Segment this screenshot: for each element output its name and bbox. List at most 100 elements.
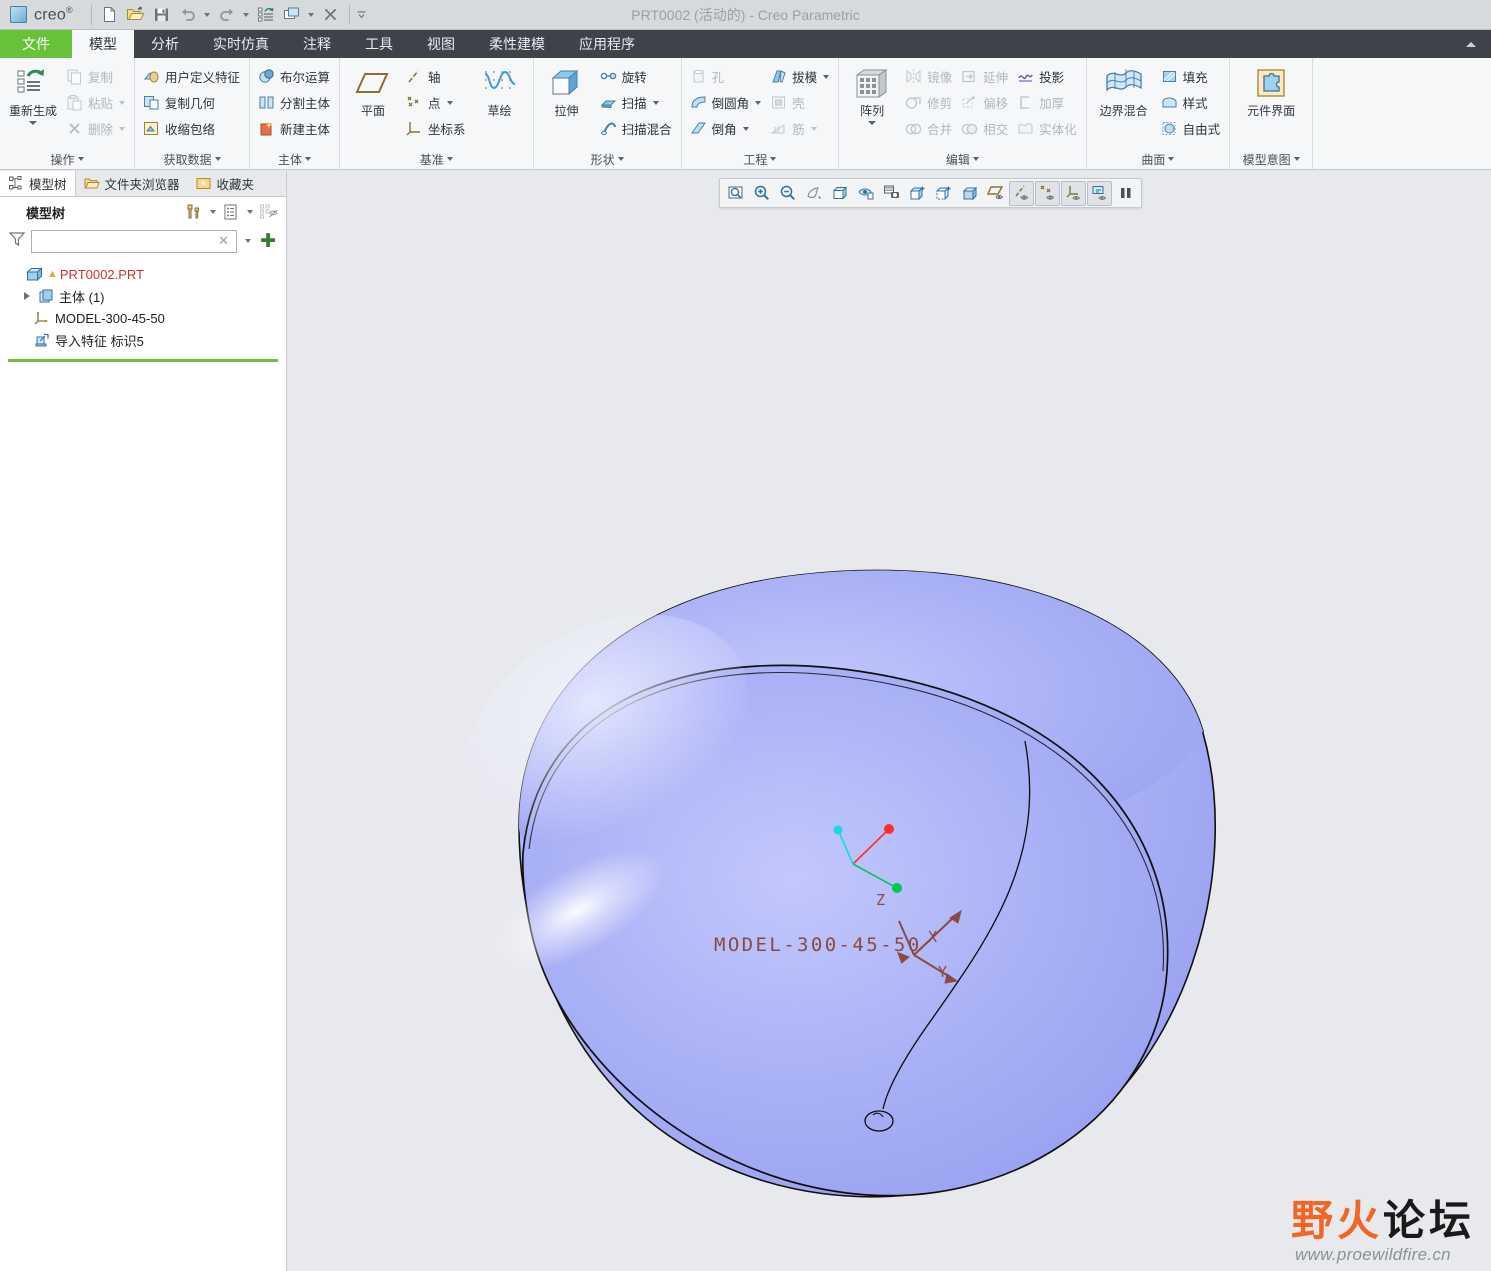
datum-point-dropdown-arrow[interactable]	[446, 100, 453, 105]
boundary-blend-button[interactable]: 边界混合	[1092, 62, 1156, 118]
group-label-model-intent[interactable]: 模型意图	[1235, 149, 1307, 169]
tree-expander-collapsed[interactable]	[20, 292, 33, 300]
tab-view[interactable]: 视图	[410, 30, 472, 58]
graphics-viewport[interactable]: X Y Z MODEL-300-45-50 野 火 论 坛 www.proewi…	[287, 171, 1491, 1271]
nav-tab-model-tree[interactable]: 模型树	[0, 171, 76, 196]
creo-logo[interactable]: creo®	[0, 0, 85, 30]
datum-axis-button[interactable]: 轴	[403, 64, 470, 89]
csys-visibility-icon[interactable]	[1061, 180, 1086, 206]
group-label-get-data[interactable]: 获取数据	[140, 149, 244, 169]
component-interface-button[interactable]: 元件界面	[1235, 62, 1307, 118]
tree-item-csys[interactable]: MODEL-300-45-50	[0, 307, 286, 329]
view-manager-icon[interactable]	[853, 181, 878, 206]
datum-point-button[interactable]: 点	[403, 90, 470, 115]
ribbon-collapse-button[interactable]	[1459, 30, 1483, 58]
group-label-engineering[interactable]: 工程	[687, 149, 834, 169]
tab-livesim[interactable]: 实时仿真	[196, 30, 286, 58]
display-style-icon[interactable]	[905, 181, 930, 206]
new-body-button[interactable]: 新建主体	[255, 116, 334, 141]
window-dropdown-arrow[interactable]	[306, 3, 317, 27]
revolve-button[interactable]: 旋转	[597, 64, 676, 89]
fill-button[interactable]: 填充	[1158, 64, 1225, 89]
draft-button[interactable]: 拔模	[767, 64, 833, 89]
settings-tools-icon[interactable]	[183, 201, 205, 223]
zoom-window-icon[interactable]	[723, 181, 748, 206]
udf-button[interactable]: 用户定义特征	[140, 64, 244, 89]
tab-tools[interactable]: 工具	[348, 30, 410, 58]
save-icon[interactable]	[150, 3, 174, 27]
pattern-dropdown-arrow[interactable]	[868, 121, 877, 125]
zoom-out-icon[interactable]	[775, 181, 800, 206]
copy-geometry-button[interactable]: 复制几何	[140, 90, 244, 115]
appearance-gallery-icon[interactable]	[957, 181, 982, 206]
regenerate-button[interactable]: 重新生成	[5, 62, 61, 125]
tree-item-part[interactable]: ▲ PRT0002.PRT	[0, 263, 286, 285]
group-label-editing[interactable]: 编辑	[844, 149, 1081, 169]
regenerate-dropdown-arrow[interactable]	[29, 121, 37, 125]
extrude-button[interactable]: 拉伸	[539, 62, 595, 118]
chamfer-dropdown-arrow[interactable]	[742, 126, 749, 131]
redo-dropdown-arrow[interactable]	[241, 3, 252, 27]
tab-analysis[interactable]: 分析	[134, 30, 196, 58]
group-label-surfaces[interactable]: 曲面	[1092, 149, 1225, 169]
tab-flexible-modeling[interactable]: 柔性建模	[472, 30, 562, 58]
draft-dropdown-arrow[interactable]	[823, 74, 830, 79]
refit-icon[interactable]	[801, 181, 826, 206]
saved-views-icon[interactable]	[827, 181, 852, 206]
shrinkwrap-button[interactable]: 收缩包络	[140, 116, 244, 141]
freestyle-button[interactable]: 自由式	[1158, 116, 1225, 141]
undo-icon[interactable]	[176, 3, 200, 27]
style-button[interactable]: 样式	[1158, 90, 1225, 115]
pattern-button[interactable]: 阵列	[844, 62, 900, 125]
snapshot-icon[interactable]	[879, 181, 904, 206]
display-dropdown-arrow[interactable]	[244, 200, 255, 224]
group-label-shapes[interactable]: 形状	[539, 149, 676, 169]
search-input[interactable]	[36, 234, 216, 248]
group-label-bodies[interactable]: 主体	[255, 149, 334, 169]
tree-filter-hide-icon[interactable]	[257, 201, 279, 223]
search-dropdown-arrow[interactable]	[242, 229, 253, 253]
window-switch-icon[interactable]	[280, 3, 304, 27]
regenerate-icon[interactable]	[254, 3, 278, 27]
tree-item-bodies[interactable]: 主体 (1)	[0, 285, 286, 307]
add-filter-icon[interactable]: ✚	[258, 232, 278, 251]
project-button[interactable]: 投影	[1014, 64, 1081, 89]
swept-blend-button[interactable]: 扫描混合	[597, 116, 676, 141]
nav-tab-folder-browser[interactable]: 文件夹浏览器	[76, 171, 188, 196]
close-window-icon[interactable]	[319, 3, 343, 27]
sweep-button[interactable]: 扫描	[597, 90, 676, 115]
funnel-filter-icon[interactable]	[8, 230, 26, 253]
annotations-visibility-icon[interactable]	[1087, 180, 1112, 206]
tab-annotate[interactable]: 注释	[286, 30, 348, 58]
datum-points-visibility-icon[interactable]	[1035, 180, 1060, 206]
model-tree-search-box[interactable]: ✕	[31, 229, 238, 253]
cad-model-canvas[interactable]	[287, 171, 1491, 1271]
pause-icon[interactable]	[1113, 181, 1138, 206]
display-list-icon[interactable]	[220, 201, 242, 223]
datum-plane-button[interactable]: 平面	[345, 62, 401, 118]
group-label-operations[interactable]: 操作	[5, 149, 129, 169]
round-button[interactable]: 倒圆角	[687, 90, 766, 115]
tab-model[interactable]: 模型	[72, 30, 134, 58]
settings-dropdown-arrow[interactable]	[207, 200, 218, 224]
perspective-view-icon[interactable]	[931, 181, 956, 206]
tab-file[interactable]: 文件	[0, 30, 72, 58]
split-body-button[interactable]: 分割主体	[255, 90, 334, 115]
sweep-dropdown-arrow[interactable]	[652, 100, 659, 105]
datum-planes-visibility-icon[interactable]	[983, 181, 1008, 206]
new-file-icon[interactable]	[98, 3, 122, 27]
round-dropdown-arrow[interactable]	[755, 100, 762, 105]
open-file-icon[interactable]	[124, 3, 148, 27]
datum-axes-visibility-icon[interactable]	[1009, 180, 1034, 206]
tree-item-import-feature[interactable]: 导入特征 标识5	[0, 329, 286, 351]
clear-search-icon[interactable]: ✕	[215, 233, 232, 249]
sketch-button[interactable]: 草绘	[472, 62, 528, 118]
zoom-in-icon[interactable]	[749, 181, 774, 206]
nav-tab-favorites[interactable]: 收藏夹	[188, 171, 263, 196]
qat-customize-arrow[interactable]	[356, 3, 367, 27]
redo-icon[interactable]	[215, 3, 239, 27]
boolean-button[interactable]: 布尔运算	[255, 64, 334, 89]
csys-button[interactable]: 坐标系	[403, 116, 470, 141]
chamfer-button[interactable]: 倒角	[687, 116, 766, 141]
undo-dropdown-arrow[interactable]	[202, 3, 213, 27]
